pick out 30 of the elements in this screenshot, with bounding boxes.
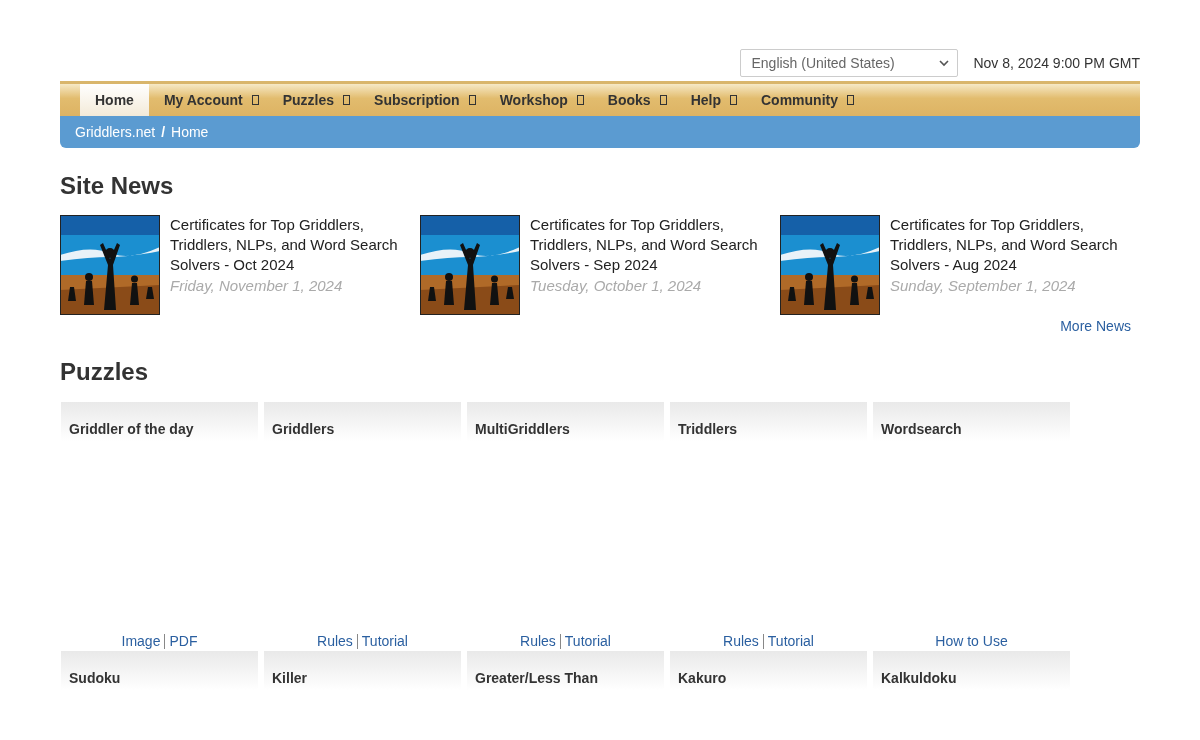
news-date: Friday, November 1, 2024 <box>170 276 344 296</box>
language-select[interactable]: English (United States) <box>740 49 959 77</box>
nav-tab[interactable]: Home <box>80 84 149 116</box>
puzzle-link[interactable]: Rules <box>317 633 353 649</box>
nav-tab[interactable]: Books <box>592 84 676 116</box>
puzzle-link[interactable]: How to Use <box>935 633 1008 649</box>
news-title-link[interactable]: Certificates for Top Griddlers, Triddlers, NLPs, and Word Search Solvers - Aug 2024 <box>890 215 1125 275</box>
section-heading: Puzzles <box>60 358 150 386</box>
puzzle-link[interactable]: Rules <box>520 633 556 649</box>
puzzle-link[interactable]: Tutorial <box>564 633 611 649</box>
date-time: Nov 8, 2024 9:00 PM GMT <box>973 55 1140 71</box>
puzzle-link[interactable]: Tutorial <box>361 633 408 649</box>
puzzle-link[interactable]: PDF <box>169 633 198 649</box>
nav-tab[interactable]: Community <box>746 84 863 116</box>
section-heading: Site News <box>60 172 175 200</box>
news-title-link[interactable]: Certificates for Top Griddlers, Triddlers, NLPs, and Word Search Solvers - Sep 2024 <box>530 215 765 275</box>
puzzle-link[interactable]: Tutorial <box>767 633 814 649</box>
chevron-icon <box>939 59 950 67</box>
news-date: Sunday, September 1, 2024 <box>890 276 1077 296</box>
puzzle-link[interactable]: Rules <box>723 633 759 649</box>
nav-tab[interactable]: Puzzles <box>267 84 360 116</box>
nav-tab[interactable]: Help <box>675 84 746 116</box>
more-news-link[interactable]: More News <box>1060 318 1131 334</box>
nav-tab[interactable]: My Account <box>148 84 268 116</box>
news-title-link[interactable]: Certificates for Top Griddlers, Triddlers, NLPs, and Word Search Solvers - Oct 2024 <box>170 215 405 275</box>
breadcrumb-separator: / <box>161 124 166 140</box>
puzzle-link[interactable]: Image <box>121 633 161 649</box>
nav-tab[interactable]: Workshop <box>484 84 593 116</box>
nav-tab[interactable]: Subscription <box>359 84 485 116</box>
news-date: Tuesday, October 1, 2024 <box>530 276 703 296</box>
